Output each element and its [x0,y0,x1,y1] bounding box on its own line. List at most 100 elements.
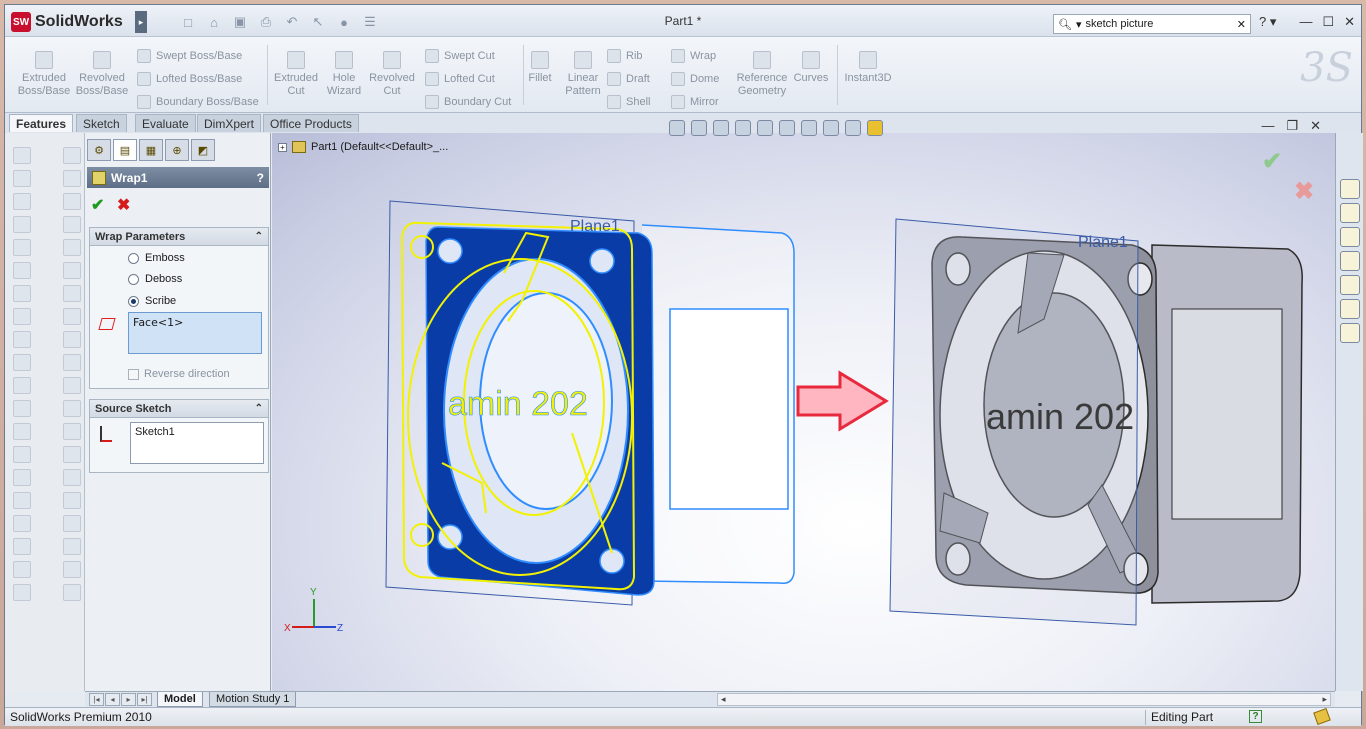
tool-icon[interactable] [63,193,81,210]
tool-icon[interactable] [63,216,81,233]
next-tab-icon[interactable]: ▸ [121,693,136,706]
scribe-radio[interactable]: Scribe [128,295,176,307]
lofted-boss-button[interactable]: Lofted Boss/Base [137,72,242,86]
maximize-icon[interactable]: ☐ [1322,14,1334,30]
clear-search-icon[interactable]: ✕ [1237,18,1246,31]
tool-icon[interactable] [63,423,81,440]
configuration-manager-tab-icon[interactable]: ▦ [139,139,163,161]
tool-icon[interactable] [63,538,81,555]
view-palette-icon[interactable] [1340,275,1360,295]
print-icon[interactable]: ⎙ [255,13,277,31]
rebuild-icon[interactable]: ● [333,13,355,31]
confirm-cancel-icon[interactable]: ✖ [1294,177,1314,206]
tool-icon[interactable] [13,446,31,463]
face-selection-list[interactable]: Face<1> [128,312,262,354]
collapse-icon[interactable]: ⌃ [255,403,263,414]
cancel-button[interactable]: ✖ [117,195,130,215]
tab-sketch[interactable]: Sketch [76,114,127,132]
lofted-cut-button[interactable]: Lofted Cut [425,72,495,86]
reference-geometry-button[interactable]: Reference Geometry [729,51,795,98]
tab-dimxpert[interactable]: DimXpert [197,114,262,132]
ok-button[interactable]: ✔ [91,195,104,215]
first-tab-icon[interactable]: |◂ [89,693,104,706]
scroll-right-icon[interactable]: ▸ [1322,694,1327,705]
tool-icon[interactable] [13,377,31,394]
design-library-icon[interactable] [1340,203,1360,223]
swept-boss-button[interactable]: Swept Boss/Base [137,49,242,63]
tool-icon[interactable] [13,561,31,578]
tool-icon[interactable] [63,147,81,164]
property-manager-tab-icon[interactable]: ▤ [113,139,137,161]
curves-button[interactable]: Curves [789,51,833,85]
display-style-icon[interactable] [779,120,795,136]
revolved-boss-button[interactable]: Revolved Boss/Base [71,51,133,98]
tool-icon[interactable] [63,262,81,279]
tool-icon[interactable] [13,331,31,348]
swept-cut-button[interactable]: Swept Cut [425,49,495,63]
tab-model[interactable]: Model [157,692,203,707]
tool-icon[interactable] [13,538,31,555]
tab-evaluate[interactable]: Evaluate [135,114,196,132]
menu-expand-button[interactable]: ▸ [135,11,147,33]
tool-icon[interactable] [63,469,81,486]
reverse-direction-checkbox[interactable]: Reverse direction [128,368,230,380]
boundary-cut-button[interactable]: Boundary Cut [425,95,511,109]
tool-icon[interactable] [13,308,31,325]
viewport-close-icon[interactable]: ✕ [1310,118,1321,134]
confirm-ok-icon[interactable]: ✔ [1262,147,1282,176]
apply-scene-icon[interactable] [845,120,861,136]
tool-icon[interactable] [63,515,81,532]
appearances-icon[interactable] [1340,299,1360,319]
open-folder-icon[interactable]: ⌂ [203,13,225,31]
source-sketch-list[interactable]: Sketch1 [130,422,264,464]
viewport-restore-icon[interactable]: ❐ [1286,118,1298,134]
tool-icon[interactable] [13,147,31,164]
display-manager-tab-icon[interactable]: ◩ [191,139,215,161]
prev-tab-icon[interactable]: ◂ [105,693,120,706]
rebuild-pencil-icon[interactable] [1313,707,1331,726]
graphics-area[interactable]: + Part1 (Default<<Default>_... Plane1 am… [272,133,1335,691]
wrap-parameters-header[interactable]: Wrap Parameters ⌃ [90,228,268,246]
tab-features[interactable]: Features [9,114,74,132]
resources-icon[interactable] [1340,179,1360,199]
view-orientation-icon[interactable] [757,120,773,136]
deboss-radio[interactable]: Deboss [128,273,182,285]
dome-button[interactable]: Dome [671,72,719,86]
feature-manager-tab-icon[interactable]: ⚙ [87,139,111,161]
quick-tips-icon[interactable]: ? [1249,710,1262,723]
close-icon[interactable]: ✕ [1344,14,1355,30]
tool-icon[interactable] [63,492,81,509]
tab-motion-study[interactable]: Motion Study 1 [209,692,297,707]
boundary-boss-button[interactable]: Boundary Boss/Base [137,95,259,109]
linear-pattern-button[interactable]: Linear Pattern [557,51,609,98]
tool-icon[interactable] [13,492,31,509]
tool-icon[interactable] [13,239,31,256]
section-view-icon[interactable] [735,120,751,136]
search-dropdown-icon[interactable]: ▾ [1076,18,1082,31]
tool-icon[interactable] [13,262,31,279]
shell-button[interactable]: Shell [607,95,650,109]
draft-button[interactable]: Draft [607,72,650,86]
tool-icon[interactable] [13,354,31,371]
last-tab-icon[interactable]: ▸| [137,693,152,706]
tool-icon[interactable] [63,170,81,187]
file-explorer-icon[interactable] [1340,227,1360,247]
tool-icon[interactable] [63,446,81,463]
edit-appearance-icon[interactable] [823,120,839,136]
wrap-button[interactable]: Wrap [671,49,716,63]
rib-button[interactable]: Rib [607,49,643,63]
previous-view-icon[interactable] [713,120,729,136]
search-input[interactable]: 🔍︎ ▾ sketch picture ✕ [1053,14,1251,34]
new-document-icon[interactable]: □ [177,13,199,31]
source-sketch-header[interactable]: Source Sketch ⌃ [90,400,268,418]
horizontal-scrollbar[interactable]: ◂ ▸ [717,693,1331,706]
collapse-icon[interactable]: ⌃ [255,231,263,242]
scroll-left-icon[interactable]: ◂ [721,694,726,705]
tool-icon[interactable] [13,285,31,302]
tab-office-products[interactable]: Office Products [263,114,359,132]
select-icon[interactable]: ↖ [307,13,329,31]
tool-icon[interactable] [13,193,31,210]
tool-icon[interactable] [63,239,81,256]
viewport-minimize-icon[interactable]: — [1261,118,1274,134]
tool-icon[interactable] [13,170,31,187]
